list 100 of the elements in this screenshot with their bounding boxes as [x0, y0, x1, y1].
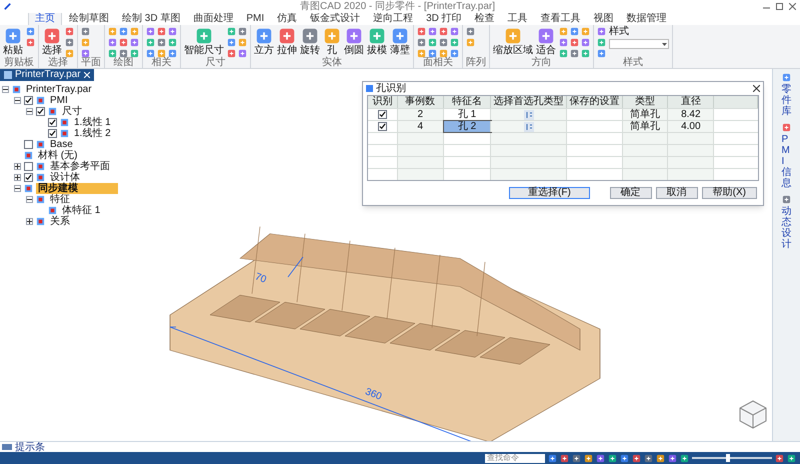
checkbox[interactable] — [48, 129, 57, 138]
tree-item[interactable]: 特征 — [48, 194, 72, 205]
tool-icon[interactable] — [570, 49, 579, 58]
ribbon-tab[interactable]: PMI — [240, 13, 270, 25]
tool-icon[interactable] — [65, 38, 74, 47]
tool-icon[interactable] — [81, 27, 90, 36]
tool-icon[interactable] — [668, 454, 677, 462]
ribbon-tab[interactable]: 曲面处理 — [187, 13, 240, 25]
tool-icon[interactable] — [680, 454, 689, 462]
tool-icon[interactable] — [608, 454, 617, 462]
checkbox[interactable] — [48, 118, 57, 127]
dialog-button[interactable]: 取消 — [656, 187, 698, 199]
tool-icon[interactable] — [157, 38, 166, 47]
tool-icon[interactable] — [417, 38, 426, 47]
dialog-button[interactable]: 确定 — [610, 187, 652, 199]
tree-item[interactable]: Base — [48, 139, 75, 150]
tool-icon[interactable] — [572, 454, 581, 462]
tree-item[interactable]: PrinterTray.par — [24, 84, 94, 95]
ribbon-tab[interactable]: 仿真 — [271, 13, 304, 25]
side-tab[interactable]: 零件库 — [782, 84, 792, 117]
checkbox[interactable] — [24, 140, 33, 149]
ribbon-button[interactable]: 智能尺寸 — [184, 27, 224, 56]
tool-icon[interactable] — [620, 454, 629, 462]
checkbox[interactable] — [24, 162, 33, 171]
ribbon-button[interactable]: 旋转 — [300, 27, 320, 56]
ribbon-tab[interactable]: 绘制草图 — [63, 13, 115, 25]
tool-icon[interactable] — [81, 49, 90, 58]
ribbon-tab[interactable]: 数据管理 — [620, 13, 673, 25]
expander[interactable] — [26, 108, 33, 115]
ribbon-button[interactable]: 立方 — [254, 27, 274, 56]
expander[interactable] — [14, 97, 21, 104]
ribbon-button[interactable]: 孔 — [323, 27, 341, 56]
ribbon-tab[interactable]: 绘制 3D 草图 — [116, 13, 186, 25]
tool-icon[interactable] — [782, 195, 791, 204]
tree-item[interactable]: 同步建模 — [36, 183, 118, 194]
checkbox[interactable] — [36, 107, 45, 116]
tool-icon[interactable] — [775, 454, 784, 462]
tree-item[interactable]: 材料 (无) — [36, 150, 80, 161]
expander[interactable] — [26, 196, 33, 203]
tool-icon[interactable] — [632, 454, 641, 462]
tool-icon[interactable] — [466, 27, 475, 36]
document-tab[interactable]: PrinterTray.par — [0, 69, 94, 81]
ribbon-tab[interactable]: 逆向工程 — [367, 13, 420, 25]
ribbon-button[interactable]: 拉伸 — [277, 27, 297, 56]
expander[interactable] — [2, 86, 9, 93]
tool-icon[interactable] — [787, 454, 796, 462]
ribbon-button[interactable]: 适合 — [536, 27, 556, 56]
tree-item[interactable]: 1.线性 1 — [72, 117, 113, 128]
checkbox[interactable] — [378, 122, 387, 131]
tree-item[interactable]: PMI — [48, 95, 70, 106]
style-dropdown[interactable] — [609, 39, 669, 49]
group-label: 绘图 — [112, 58, 134, 68]
hole-type-icon[interactable] — [524, 110, 534, 120]
dialog-button[interactable]: 帮助(X) — [702, 187, 757, 199]
ribbon-button[interactable]: 选择 — [42, 27, 62, 56]
tree-item[interactable]: 基本参考平面 — [48, 161, 112, 172]
tree-item[interactable]: 关系 — [48, 216, 72, 227]
reselect-button[interactable]: 重选择(F) — [509, 187, 590, 199]
ribbon-tab[interactable]: 视图 — [588, 13, 620, 25]
tool-icon[interactable] — [644, 454, 653, 462]
expander[interactable] — [14, 174, 21, 181]
command-search-field[interactable]: 查找命令 — [485, 454, 545, 462]
tool-icon[interactable] — [238, 27, 247, 36]
ribbon-button[interactable]: 薄壁 — [390, 27, 410, 56]
checkbox[interactable] — [378, 110, 387, 119]
close-icon[interactable] — [753, 85, 760, 92]
tool-icon[interactable] — [548, 454, 557, 462]
tool-icon[interactable] — [656, 454, 665, 462]
ribbon-button[interactable]: 粘贴 — [3, 27, 23, 56]
ribbon-tab[interactable]: 3D 打印 — [420, 13, 468, 25]
side-tab[interactable]: 动态设计 — [782, 206, 792, 250]
tree-item[interactable]: 体特征 1 — [60, 205, 102, 216]
tool-icon[interactable] — [560, 454, 569, 462]
ribbon-tab[interactable]: 主页 — [28, 12, 62, 25]
tree-item[interactable]: 尺寸 — [60, 106, 84, 117]
ribbon-tab[interactable]: 检查 — [468, 13, 501, 25]
tree-item[interactable]: 1.线性 2 — [72, 128, 113, 139]
hole-type-icon[interactable] — [524, 122, 534, 132]
ribbon-tab[interactable]: 工具 — [502, 13, 534, 25]
ribbon-button[interactable]: 拔模 — [367, 27, 387, 56]
expander[interactable] — [14, 185, 21, 192]
ribbon-tab[interactable]: 钣金式设计 — [304, 13, 366, 25]
expander[interactable] — [26, 218, 33, 225]
tree-item[interactable]: 设计体 — [48, 172, 82, 183]
ribbon-button[interactable]: 缩放区域 — [493, 27, 533, 56]
ribbon-button[interactable]: 倒圆 — [344, 27, 364, 56]
maximize-icon[interactable] — [776, 3, 783, 10]
checkbox[interactable] — [24, 96, 33, 105]
checkbox[interactable] — [24, 173, 33, 182]
close-icon[interactable] — [789, 3, 796, 10]
tool-icon[interactable] — [301, 27, 319, 45]
view-cube-icon[interactable] — [738, 399, 768, 429]
side-tab[interactable]: PMI 信息 — [782, 134, 792, 189]
ribbon-tab[interactable]: 查看工具 — [534, 13, 587, 25]
expander[interactable] — [14, 163, 21, 170]
feature-name-cell[interactable]: 孔 2 — [444, 121, 492, 132]
tool-icon[interactable] — [119, 49, 128, 58]
tool-icon[interactable] — [584, 454, 593, 462]
tool-icon[interactable] — [439, 38, 448, 47]
tool-icon[interactable] — [596, 454, 605, 462]
